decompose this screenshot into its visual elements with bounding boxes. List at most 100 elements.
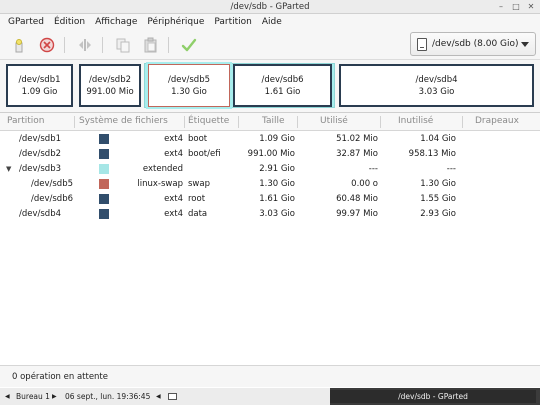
checkmark-icon — [181, 38, 197, 52]
desktop-prev-icon[interactable]: ◀ — [5, 388, 10, 405]
row-filesystem: extended — [142, 164, 183, 174]
row-size: 3.03 Gio — [259, 209, 295, 219]
table-row[interactable]: /dev/sdb4 ext4 data 3.03 Gio 99.97 Mio 2… — [0, 207, 540, 222]
row-partition: /dev/sdb5 — [31, 179, 74, 189]
row-unused: 958.13 Mio — [408, 149, 456, 159]
row-filesystem: ext4 — [164, 194, 183, 204]
row-size: 1.09 Gio — [259, 134, 295, 144]
map-partition-name: /dev/sdb6 — [261, 74, 304, 85]
minimize-icon[interactable]: – — [496, 0, 506, 14]
column-unused[interactable]: Inutilisé — [398, 113, 433, 130]
map-partition-name: /dev/sdb4 — [415, 74, 458, 85]
row-label: boot/efi — [188, 149, 221, 159]
paste-button[interactable] — [142, 36, 160, 54]
row-size: 1.61 Gio — [259, 194, 295, 204]
status-bar: 0 opération en attente — [0, 365, 540, 387]
map-partition-size: 3.03 Gio — [418, 86, 455, 97]
row-used: 99.97 Mio — [336, 209, 378, 219]
expander-arrow-icon[interactable]: ▼ — [6, 162, 11, 177]
map-partition-name: /dev/sdb2 — [88, 74, 131, 85]
column-filesystem[interactable]: Système de fichiers — [79, 113, 168, 130]
apply-button[interactable] — [180, 36, 198, 54]
menu-edition[interactable]: Édition — [49, 14, 90, 30]
maximize-icon[interactable]: □ — [511, 0, 521, 14]
table-row[interactable]: /dev/sdb1 ext4 boot 1.09 Gio 51.02 Mio 1… — [0, 132, 540, 147]
row-partition: /dev/sdb4 — [19, 209, 62, 219]
column-separator — [380, 116, 381, 128]
table-row[interactable]: /dev/sdb2 ext4 boot/efi 991.00 Mio 32.87… — [0, 147, 540, 162]
column-separator — [297, 116, 298, 128]
taskbar-window-button[interactable]: /dev/sdb - GParted — [330, 390, 536, 403]
column-label[interactable]: Étiquette — [188, 113, 229, 130]
row-unused: 1.04 Gio — [420, 134, 456, 144]
table-header: Partition Système de fichiers Étiquette … — [0, 113, 540, 131]
row-used: 60.48 Mio — [336, 194, 378, 204]
resize-move-icon — [79, 39, 91, 51]
pending-operations-text: 0 opération en attente — [12, 372, 108, 382]
table-row[interactable]: ▼ /dev/sdb3 extended 2.91 Gio --- --- — [0, 162, 540, 177]
map-partition-name: /dev/sdb1 — [18, 74, 61, 85]
column-separator — [462, 116, 463, 128]
map-partition-sdb1[interactable]: /dev/sdb1 1.09 Gio — [6, 64, 73, 107]
filesystem-color-swatch — [99, 134, 109, 144]
toolbar-separator — [102, 37, 103, 53]
column-partition[interactable]: Partition — [7, 113, 45, 130]
disk-icon — [417, 37, 427, 51]
map-partition-size: 991.00 Mio — [86, 86, 134, 97]
desktop-next-icon[interactable]: ▶ — [52, 388, 57, 405]
map-partition-sdb6[interactable]: /dev/sdb6 1.61 Gio — [233, 64, 332, 107]
menu-bar: GParted Édition Affichage Périphérique P… — [0, 14, 540, 30]
row-label: swap — [188, 179, 210, 189]
column-separator — [238, 116, 239, 128]
new-partition-button[interactable] — [10, 36, 28, 54]
row-label: root — [188, 194, 206, 204]
menu-partition[interactable]: Partition — [209, 14, 257, 30]
row-used: 51.02 Mio — [336, 134, 378, 144]
chevron-down-icon — [521, 42, 529, 47]
filesystem-color-swatch — [99, 194, 109, 204]
menu-peripherique[interactable]: Périphérique — [142, 14, 209, 30]
row-filesystem: ext4 — [164, 209, 183, 219]
table-row[interactable]: /dev/sdb6 ext4 root 1.61 Gio 60.48 Mio 1… — [0, 192, 540, 207]
map-partition-sdb4[interactable]: /dev/sdb4 3.03 Gio — [339, 64, 534, 107]
row-partition: /dev/sdb6 — [31, 194, 74, 204]
row-unused: 1.30 Gio — [420, 179, 456, 189]
filesystem-color-swatch — [99, 209, 109, 219]
row-size: 1.30 Gio — [259, 179, 295, 189]
column-separator — [184, 116, 185, 128]
title-bar: /dev/sdb - GParted – □ ✕ — [0, 0, 540, 14]
menu-aide[interactable]: Aide — [257, 14, 287, 30]
filesystem-color-swatch — [99, 149, 109, 159]
desktop-name[interactable]: Bureau 1 — [16, 388, 50, 405]
taskbar-clock: 06 sept., lun. 19:36:45 — [65, 392, 151, 401]
table-row[interactable]: /dev/sdb5 linux-swap swap 1.30 Gio 0.00 … — [0, 177, 540, 192]
taskbar-prev-icon[interactable]: ◀ — [156, 388, 161, 405]
row-partition: /dev/sdb1 — [19, 134, 62, 144]
copy-button[interactable] — [114, 36, 132, 54]
column-flags[interactable]: Drapeaux — [475, 113, 519, 130]
resize-move-button[interactable] — [76, 36, 94, 54]
window-controls: – □ ✕ — [496, 0, 536, 14]
row-used: --- — [368, 164, 378, 174]
show-desktop-icon[interactable] — [168, 393, 177, 400]
row-partition: /dev/sdb3 — [19, 164, 62, 174]
partition-table: Partition Système de fichiers Étiquette … — [0, 112, 540, 365]
close-icon[interactable]: ✕ — [526, 0, 536, 14]
map-partition-sdb5[interactable]: /dev/sdb5 1.30 Gio — [146, 62, 232, 109]
copy-icon — [116, 38, 130, 53]
row-size: 991.00 Mio — [247, 149, 295, 159]
map-partition-size: 1.61 Gio — [264, 86, 301, 97]
menu-affichage[interactable]: Affichage — [90, 14, 142, 30]
paste-icon — [144, 37, 157, 53]
new-partition-icon — [15, 39, 23, 53]
delete-icon — [39, 37, 55, 53]
column-size[interactable]: Taille — [262, 113, 285, 130]
filesystem-color-swatch — [99, 164, 109, 174]
row-size: 2.91 Gio — [259, 164, 295, 174]
delete-partition-button[interactable] — [38, 36, 56, 54]
row-unused: 2.93 Gio — [420, 209, 456, 219]
column-used[interactable]: Utilisé — [320, 113, 348, 130]
map-partition-sdb2[interactable]: /dev/sdb2 991.00 Mio — [79, 64, 141, 107]
device-selector[interactable]: /dev/sdb (8.00 Gio) — [410, 32, 536, 56]
menu-gparted[interactable]: GParted — [3, 14, 49, 30]
